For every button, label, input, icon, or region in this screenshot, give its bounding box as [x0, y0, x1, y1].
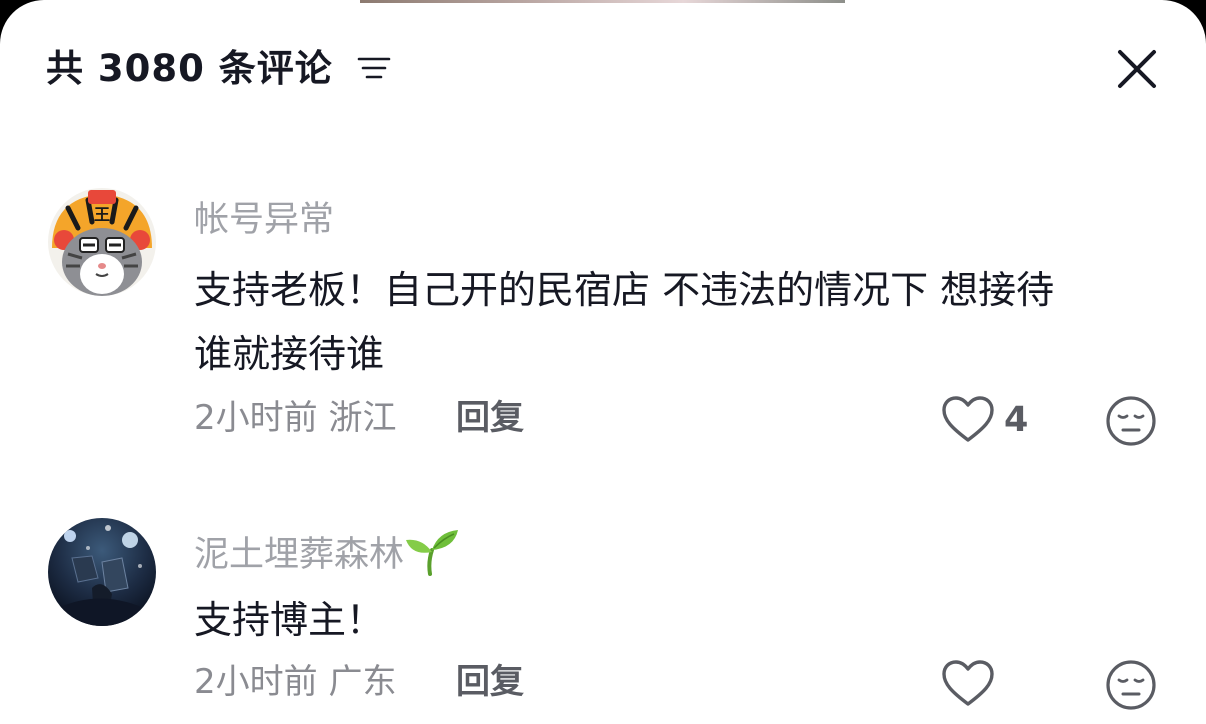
comments-sheet: 共 3080 条评论 王 帐号异常 支持老板！自己开的民宿店 不违法的情况下 想… — [0, 0, 1206, 724]
svg-text:王: 王 — [94, 205, 110, 224]
comment-time: 2小时前 — [194, 662, 318, 702]
dislike-face-icon[interactable] — [1104, 394, 1158, 448]
heart-icon[interactable] — [940, 658, 996, 710]
comment-time: 2小时前 — [194, 398, 318, 438]
comment-meta: 2小时前 广东 — [194, 658, 396, 706]
comments-header: 共 3080 条评论 — [0, 0, 1206, 140]
comment-count-title: 共 3080 条评论 — [46, 47, 333, 90]
comment-meta: 2小时前 浙江 — [194, 394, 396, 442]
seedling-icon — [406, 530, 459, 576]
comment-location: 浙江 — [328, 398, 397, 438]
comment-username[interactable]: 泥土埋葬森林 — [194, 526, 460, 579]
avatar[interactable]: 王 — [48, 188, 156, 296]
avatar[interactable] — [48, 518, 156, 626]
sort-lines-icon[interactable] — [356, 52, 392, 84]
tiger-cat-avatar-icon: 王 — [48, 188, 156, 296]
dislike-face-icon[interactable] — [1104, 658, 1158, 712]
comment-username-text: 泥土埋葬森林 — [194, 535, 405, 575]
comment-text-line: 支持博主！ — [194, 598, 385, 642]
reply-button[interactable]: 回复 — [456, 658, 524, 706]
comment-location: 广东 — [328, 662, 397, 702]
comment-text-line: 支持老板！自己开的民宿店 不违法的情况下 想接待 — [194, 268, 1055, 312]
heart-icon[interactable] — [940, 394, 996, 446]
reply-button[interactable]: 回复 — [456, 394, 524, 442]
close-icon[interactable] — [1112, 44, 1162, 94]
comment-text: 支持老板！自己开的民宿店 不违法的情况下 想接待 谁就接待谁 — [194, 258, 1144, 386]
night-scene-avatar-icon — [48, 518, 156, 626]
like-count: 4 — [1004, 400, 1029, 440]
comment-username[interactable]: 帐号异常 — [194, 196, 334, 244]
comment-text-line: 谁就接待谁 — [194, 332, 385, 376]
comment-text: 支持博主！ — [194, 588, 1144, 652]
